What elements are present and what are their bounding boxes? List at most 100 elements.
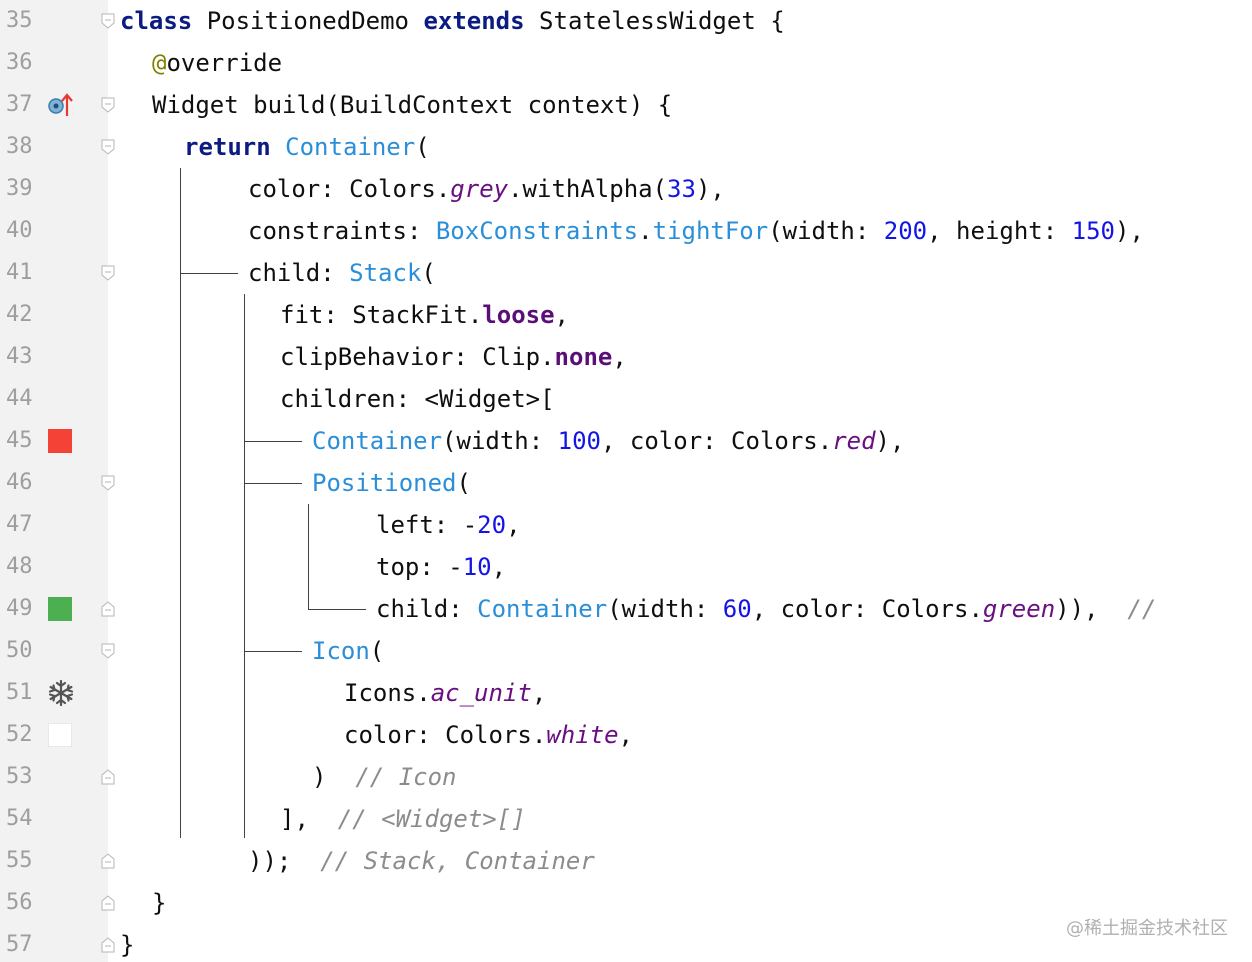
fold-start-icon[interactable] (101, 643, 115, 659)
code-token: ), (875, 427, 905, 455)
code-line[interactable]: Icons.ac_unit, (344, 672, 546, 714)
fold-end-icon[interactable] (101, 937, 115, 953)
code-token: 100 (557, 427, 601, 455)
fold-start-icon[interactable] (101, 475, 115, 491)
code-token: ( (369, 637, 385, 665)
code-token: Icon (312, 637, 370, 665)
code-token: Positioned (312, 469, 457, 497)
code-line[interactable]: fit: StackFit.loose, (280, 294, 569, 336)
code-token: Widget build(BuildContext context) { (152, 91, 673, 119)
fold-end-icon[interactable] (101, 895, 115, 911)
line-number: 49 (6, 596, 33, 621)
code-token: Container (285, 133, 416, 161)
code-token: BoxConstraints (435, 217, 639, 245)
code-token: ), (1115, 217, 1144, 245)
ac-unit-snowflake-icon[interactable] (46, 678, 76, 708)
line-number: 46 (6, 470, 33, 495)
code-line[interactable]: class PositionedDemo extends StatelessWi… (120, 0, 785, 42)
line-number: 43 (6, 344, 33, 369)
fold-end-icon[interactable] (101, 853, 115, 869)
fold-end-icon[interactable] (101, 601, 115, 617)
code-token: . (638, 217, 653, 245)
code-token: green (982, 595, 1056, 623)
code-token: , (491, 553, 507, 581)
code-token: constraints: (248, 217, 436, 245)
code-token: 33 (667, 175, 696, 203)
code-token: child: (248, 259, 350, 287)
code-line[interactable]: } (152, 882, 166, 924)
guide-line (244, 651, 302, 652)
line-number: 57 (6, 932, 33, 957)
line-number: 39 (6, 176, 33, 201)
line-number: 56 (6, 890, 33, 915)
code-line[interactable]: top: -10, (376, 546, 506, 588)
code-line[interactable]: return Container( (184, 126, 430, 168)
code-token: , color: Colors. (601, 427, 833, 455)
fold-start-icon[interactable] (101, 13, 115, 29)
code-line[interactable]: Container(width: 100, color: Colors.red)… (312, 420, 904, 462)
line-number: 47 (6, 512, 33, 537)
code-line[interactable]: Icon( (312, 630, 384, 672)
line-number: 55 (6, 848, 33, 873)
code-line[interactable]: ) // Icon (312, 756, 457, 798)
override-method-icon[interactable] (46, 90, 76, 120)
line-number: 44 (6, 386, 33, 411)
code-line[interactable]: color: Colors.white, (344, 714, 633, 756)
guide-line (180, 168, 181, 838)
guide-line (244, 483, 302, 484)
code-token: ( (456, 469, 471, 497)
color-swatch-white[interactable] (48, 723, 72, 747)
line-number: 50 (6, 638, 33, 663)
code-token: )), (1055, 595, 1128, 623)
code-line[interactable]: children: <Widget>[ (280, 378, 555, 420)
code-token: 150 (1071, 217, 1115, 245)
line-number: 51 (6, 680, 33, 705)
guide-line (308, 504, 309, 610)
code-line[interactable]: left: -20, (376, 504, 521, 546)
fold-start-icon[interactable] (101, 139, 115, 155)
line-number: 37 (6, 92, 33, 117)
fold-start-icon[interactable] (101, 265, 115, 281)
guide-line (244, 294, 245, 838)
code-token: 20 (477, 511, 507, 539)
code-line[interactable]: )); // Stack, Container (248, 840, 595, 882)
code-line[interactable]: Positioned( (312, 462, 471, 504)
color-swatch-green[interactable] (48, 597, 72, 621)
code-token: PositionedDemo (192, 7, 424, 35)
code-line[interactable]: color: Colors.grey.withAlpha(33), (248, 168, 725, 210)
code-token: red (832, 427, 876, 455)
code-token: , (531, 679, 547, 707)
code-token: children: <Widget>[ (280, 385, 555, 413)
code-token: class (120, 7, 193, 35)
code-token: } (152, 889, 167, 917)
code-line[interactable]: clipBehavior: Clip.none, (280, 336, 627, 378)
code-editor[interactable]: 35 36 37 38 39 40 41 42 43 44 45 46 47 48 49 50 51 52 53 54… (0, 0, 1252, 962)
fold-start-icon[interactable] (101, 97, 115, 113)
line-number: 42 (6, 302, 33, 327)
guide-line (308, 609, 366, 610)
code-token: ( (421, 259, 436, 287)
code-token: Icons. (344, 679, 431, 707)
code-token: clipBehavior: Clip. (280, 343, 555, 371)
code-token: (width: (442, 427, 558, 455)
code-line[interactable]: @override (152, 42, 282, 84)
guide-line (180, 273, 238, 274)
fold-end-icon[interactable] (101, 769, 115, 785)
code-line[interactable]: Widget build(BuildContext context) { (152, 84, 672, 126)
code-line[interactable]: ], // <Widget>[] (280, 798, 526, 840)
line-number: 54 (6, 806, 33, 831)
code-token: color: Colors. (248, 175, 451, 203)
code-line[interactable]: child: Stack( (248, 252, 436, 294)
code-token: extends (423, 7, 525, 35)
code-token: )); (248, 847, 321, 875)
code-line[interactable]: constraints: BoxConstraints.tightFor(wid… (248, 210, 1144, 252)
code-token: , (506, 511, 521, 539)
line-number: 53 (6, 764, 33, 789)
watermark: @稀土掘金技术社区 (1066, 918, 1228, 939)
code-line[interactable]: child: Container(width: 60, color: Color… (376, 588, 1156, 630)
code-line[interactable]: } (120, 924, 134, 962)
color-swatch-red[interactable] (48, 429, 72, 453)
code-token: 60 (722, 595, 752, 623)
code-token: ac_unit (430, 679, 532, 707)
